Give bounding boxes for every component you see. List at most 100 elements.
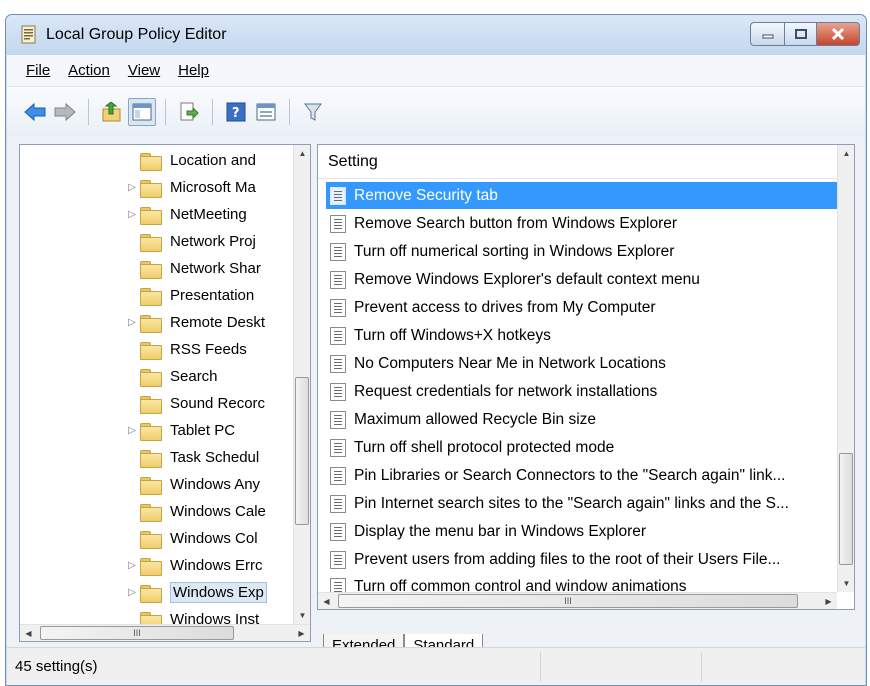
export-list-icon (180, 102, 199, 121)
expand-arrow-icon[interactable]: ▷ (124, 425, 140, 436)
show-hide-tree-button[interactable] (128, 98, 156, 126)
setting-row[interactable]: Maximum allowed Recycle Bin size (326, 406, 842, 433)
toolbar: ? (7, 87, 865, 137)
back-icon (24, 102, 46, 122)
tree-item-label: NetMeeting (170, 206, 247, 223)
filter-button[interactable] (299, 98, 327, 126)
setting-row[interactable]: Turn off Windows+X hotkeys (326, 322, 842, 349)
menu-file-label: File (26, 62, 51, 79)
tree-item-label: Search (170, 368, 218, 385)
tree-item[interactable]: ▷ Remote Deskt (124, 309, 265, 336)
policy-setting-icon (330, 382, 346, 401)
scroll-up-arrow-icon[interactable]: ▲ (294, 145, 310, 162)
status-divider (540, 652, 541, 682)
tree-pane[interactable]: Location and ▷ Microsoft Ma ▷ NetMeeting N… (19, 144, 311, 642)
tree-item[interactable]: ▷ Microsoft Ma (124, 174, 256, 201)
scroll-down-arrow-icon[interactable]: ▼ (294, 607, 310, 624)
tree-item[interactable]: Sound Recorc (124, 390, 265, 417)
close-button[interactable] (816, 22, 860, 46)
expand-arrow-icon[interactable]: ▷ (124, 587, 140, 598)
tree-vertical-scrollbar[interactable]: ▲ ▼ (293, 145, 310, 624)
back-button[interactable] (21, 98, 49, 126)
tree-item[interactable]: Network Shar (124, 255, 261, 282)
settings-list-pane[interactable]: Setting Remove Security tab Remove Searc… (317, 144, 855, 610)
tree-scroll-thumb[interactable] (295, 377, 309, 525)
expand-arrow-icon[interactable]: ▷ (124, 182, 140, 193)
tree-item[interactable]: Search (124, 363, 218, 390)
toolbar-separator (88, 99, 89, 125)
scroll-right-arrow-icon[interactable]: ▶ (293, 625, 310, 641)
expand-arrow-icon[interactable]: ▷ (124, 209, 140, 220)
toolbar-separator (289, 99, 290, 125)
settings-scroll-thumb[interactable] (839, 453, 853, 565)
setting-label: Display the menu bar in Windows Explorer (354, 522, 647, 540)
properties-button[interactable] (252, 98, 280, 126)
tree-item[interactable]: Location and (124, 147, 256, 174)
folder-icon (140, 449, 162, 468)
setting-row[interactable]: Pin Internet search sites to the "Search… (326, 490, 842, 517)
setting-row[interactable]: Pin Libraries or Search Connectors to th… (326, 462, 842, 489)
folder-icon (140, 206, 162, 225)
expand-arrow-icon[interactable]: ▷ (124, 317, 140, 328)
tree-item[interactable]: Windows Col (124, 525, 258, 552)
tree-item[interactable]: ▷ Windows Errc (124, 552, 263, 579)
setting-row-selected[interactable]: Remove Security tab (326, 182, 842, 209)
scroll-right-arrow-icon[interactable]: ▶ (820, 593, 837, 609)
policy-setting-icon (330, 410, 346, 429)
menu-action[interactable]: Action (59, 62, 119, 79)
tree-item[interactable]: ▷ NetMeeting (124, 201, 247, 228)
tree-item-label: Task Schedul (170, 449, 260, 466)
export-list-button[interactable] (175, 98, 203, 126)
settings-horizontal-scrollbar[interactable]: ◀ III ▶ (318, 592, 837, 609)
setting-row[interactable]: No Computers Near Me in Network Location… (326, 350, 842, 377)
scroll-down-arrow-icon[interactable]: ▼ (838, 575, 854, 592)
tree-item[interactable]: Windows Any (124, 471, 260, 498)
menu-view[interactable]: View (119, 62, 169, 79)
expand-arrow-icon[interactable]: ▷ (124, 560, 140, 571)
setting-row[interactable]: Turn off numerical sorting in Windows Ex… (326, 238, 842, 265)
tree-item[interactable]: Windows Cale (124, 498, 266, 525)
setting-row[interactable]: Display the menu bar in Windows Explorer (326, 518, 842, 545)
tree-item[interactable]: RSS Feeds (124, 336, 247, 363)
setting-column-header[interactable]: Setting (318, 145, 837, 179)
setting-label: Pin Internet search sites to the "Search… (354, 494, 789, 512)
setting-row[interactable]: Remove Windows Explorer's default contex… (326, 266, 842, 293)
tree-item-label: Windows Col (170, 530, 258, 547)
scroll-up-arrow-icon[interactable]: ▲ (838, 145, 854, 162)
tree-horizontal-scrollbar[interactable]: ◀ III ▶ (20, 624, 310, 641)
forward-button[interactable] (51, 98, 79, 126)
settings-vertical-scrollbar[interactable]: ▲ ▼ (837, 145, 854, 592)
tree-hscroll-thumb[interactable]: III (40, 626, 234, 640)
up-one-level-button[interactable] (98, 98, 126, 126)
folder-icon (140, 368, 162, 387)
setting-row[interactable]: Prevent access to drives from My Compute… (326, 294, 842, 321)
setting-row[interactable]: Turn off shell protocol protected mode (326, 434, 842, 461)
scroll-left-arrow-icon[interactable]: ◀ (318, 593, 335, 609)
policy-setting-icon (330, 466, 346, 485)
help-button[interactable]: ? (222, 98, 250, 126)
setting-row[interactable]: Prevent users from adding files to the r… (326, 546, 842, 573)
setting-row[interactable]: Turn off common control and window anima… (326, 574, 842, 594)
setting-row[interactable]: Remove Search button from Windows Explor… (326, 210, 842, 237)
menu-help[interactable]: Help (169, 62, 218, 79)
menu-file[interactable]: File (17, 62, 59, 79)
tree-item-label: Windows Errc (170, 557, 263, 574)
client-area: Location and ▷ Microsoft Ma ▷ NetMeeting N… (7, 137, 865, 685)
tree-item[interactable]: Presentation (124, 282, 254, 309)
maximize-button[interactable] (784, 22, 816, 46)
properties-icon (256, 103, 276, 121)
settings-hscroll-thumb[interactable]: III (338, 594, 798, 608)
maximize-icon (794, 29, 807, 39)
toolbar-separator (165, 99, 166, 125)
minimize-button[interactable] (750, 22, 784, 46)
setting-row[interactable]: Request credentials for network installa… (326, 378, 842, 405)
folder-icon (140, 584, 162, 603)
tree-item-windows-explorer[interactable]: ▷ Windows Exp (124, 579, 267, 606)
tree-item[interactable]: ▷ Tablet PC (124, 417, 235, 444)
tree-item-label: Remote Deskt (170, 314, 266, 331)
setting-label: Prevent access to drives from My Compute… (354, 298, 656, 316)
title-bar[interactable]: Local Group Policy Editor (6, 15, 866, 55)
tree-item[interactable]: Task Schedul (124, 444, 259, 471)
tree-item[interactable]: Network Proj (124, 228, 256, 255)
scroll-left-arrow-icon[interactable]: ◀ (20, 625, 37, 641)
